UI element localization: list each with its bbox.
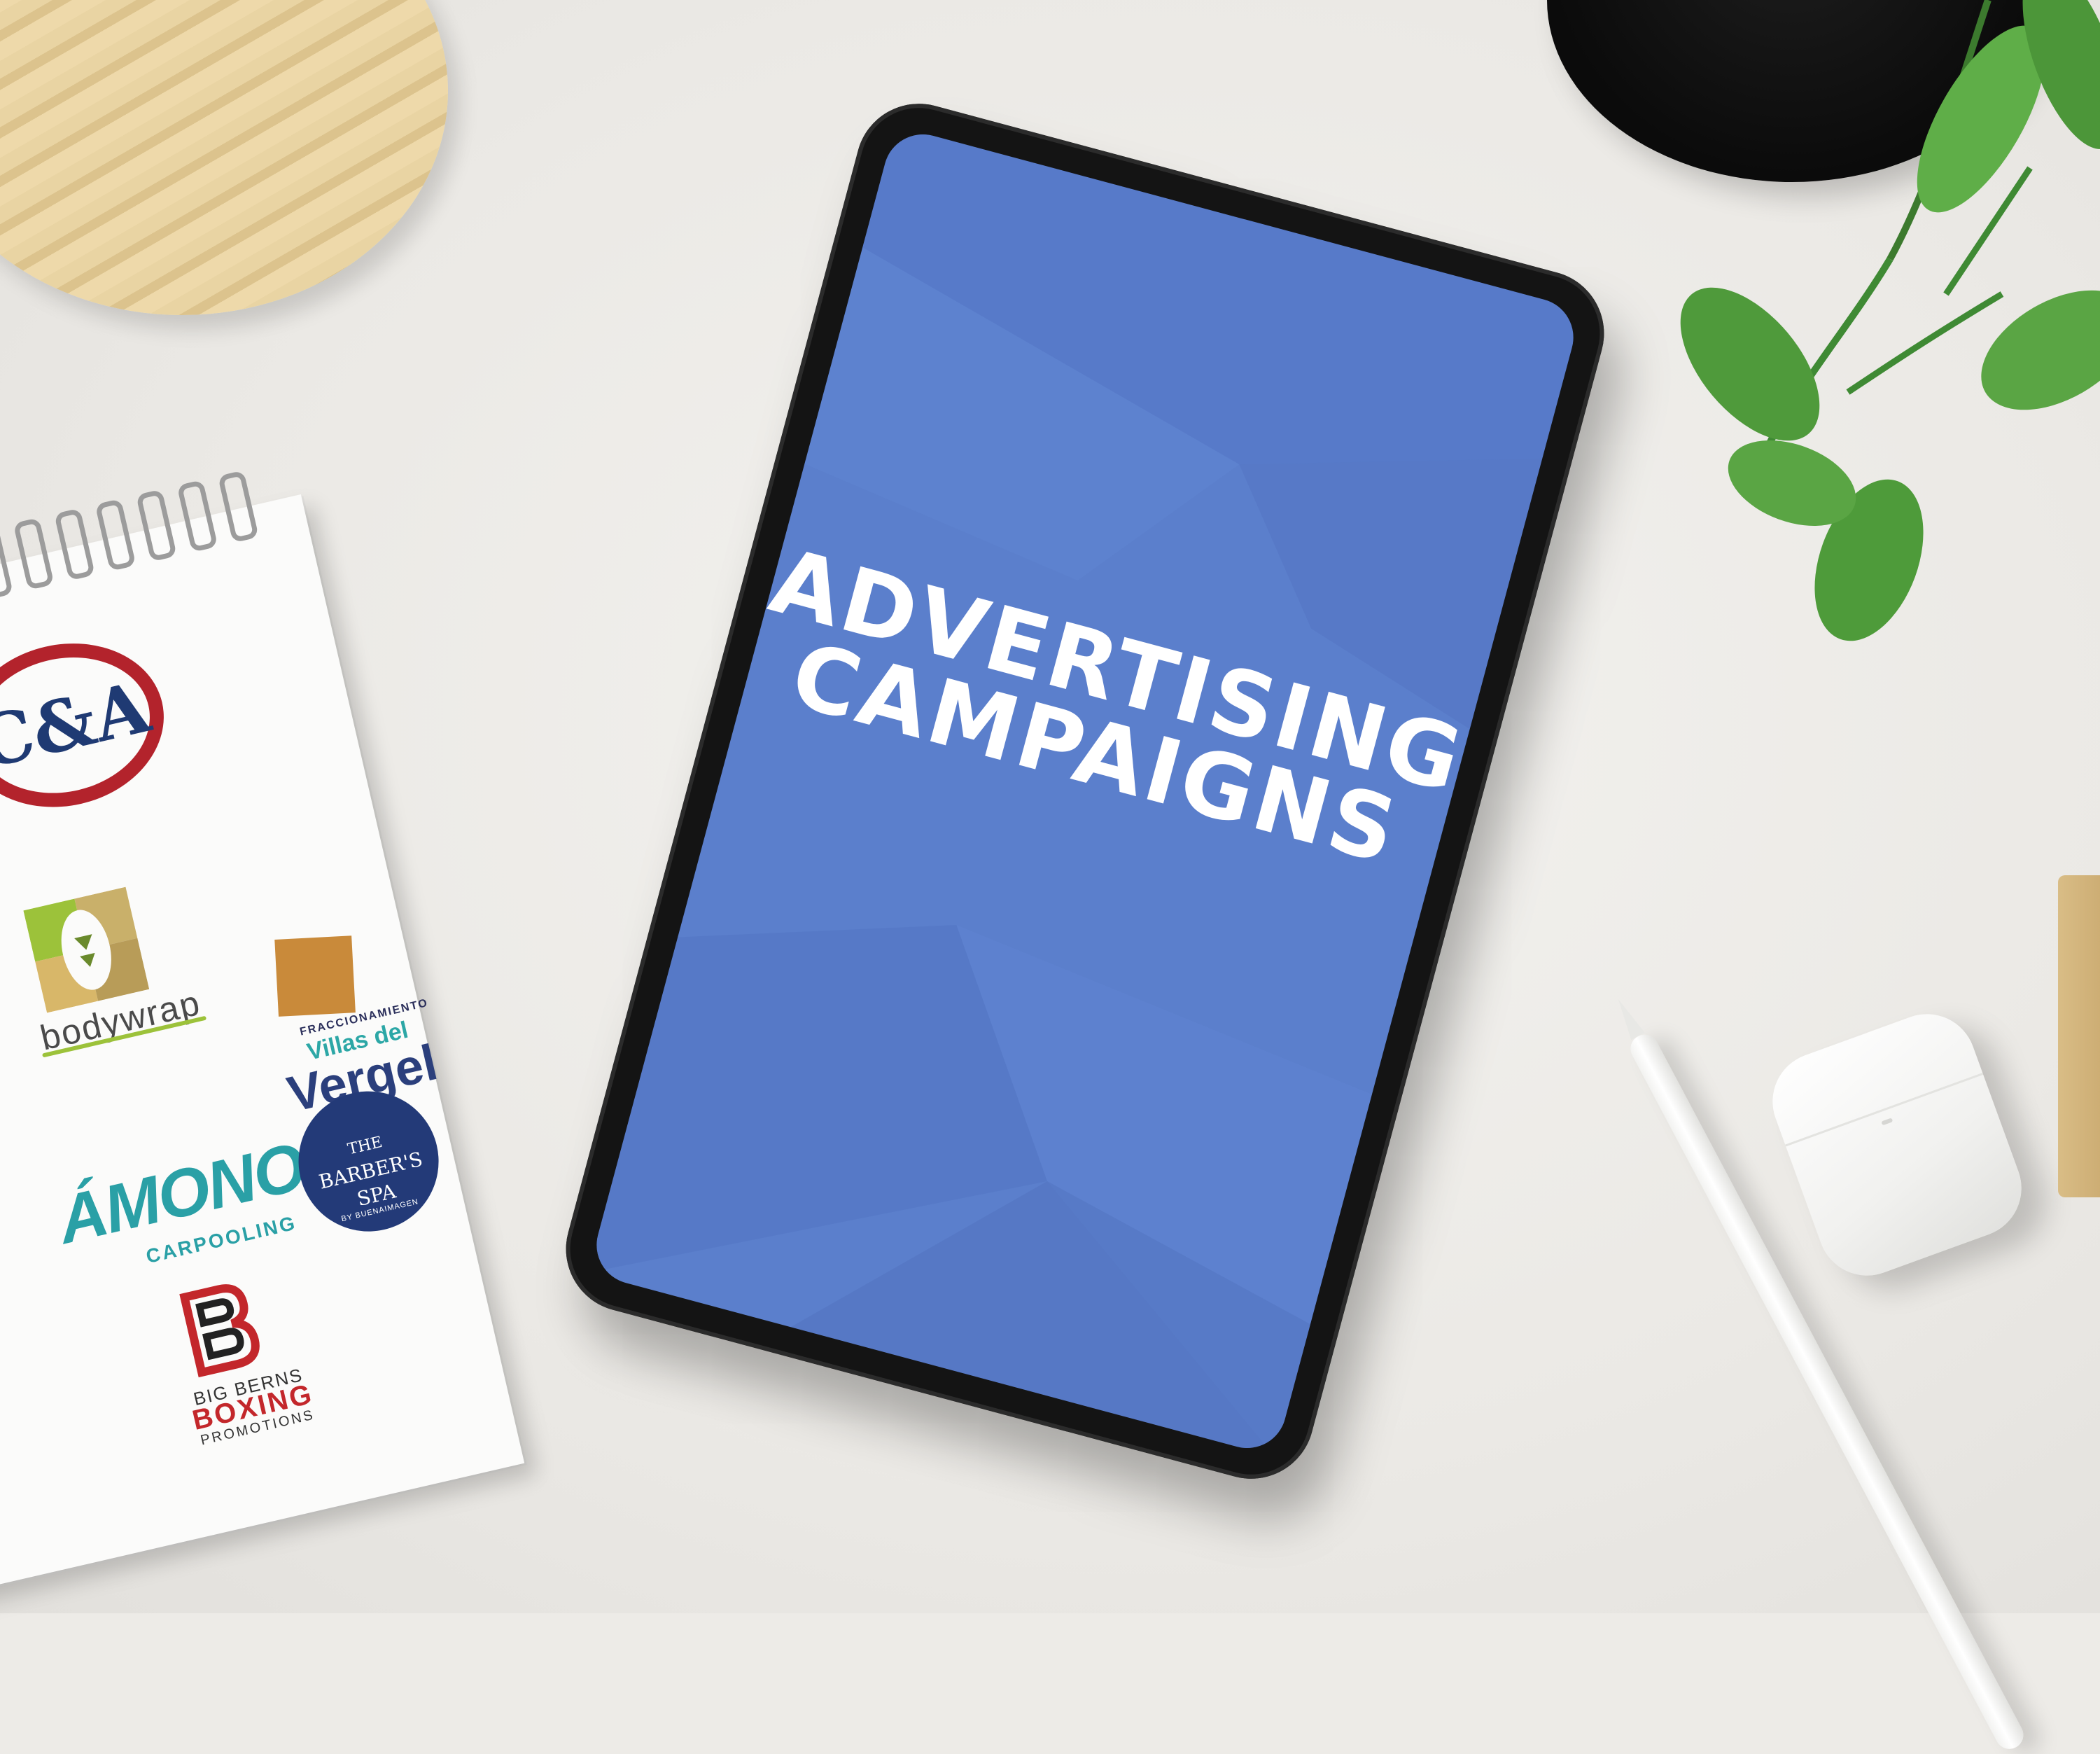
spiral-ring	[217, 470, 259, 543]
bodywrap-logo: bodywrap	[0, 875, 211, 1058]
spiral-ring	[176, 479, 218, 553]
wooden-stand-edge	[2058, 875, 2100, 1197]
ca-logo: C&A	[0, 624, 181, 827]
earbuds-case-seam	[1785, 1073, 1984, 1147]
spiral-ring	[0, 527, 14, 600]
big-berns-emblem	[179, 1284, 260, 1378]
spiral-ring	[54, 508, 96, 581]
villas-house-icon	[274, 935, 356, 1017]
ca-logo-text: C&A	[0, 641, 164, 810]
bodywrap-emblem	[23, 886, 150, 1013]
big-berns-boxing-logo: BIG BERNS BOXING PROMOTIONS	[142, 1265, 328, 1457]
spiral-ring	[13, 517, 55, 591]
earbuds-case-light	[1881, 1118, 1893, 1126]
spiral-ring	[94, 498, 136, 572]
spiral-ring	[135, 489, 178, 562]
villas-del-vergel-logo: FRACCIONAMIENTO Villas del Vergel	[255, 911, 464, 1123]
